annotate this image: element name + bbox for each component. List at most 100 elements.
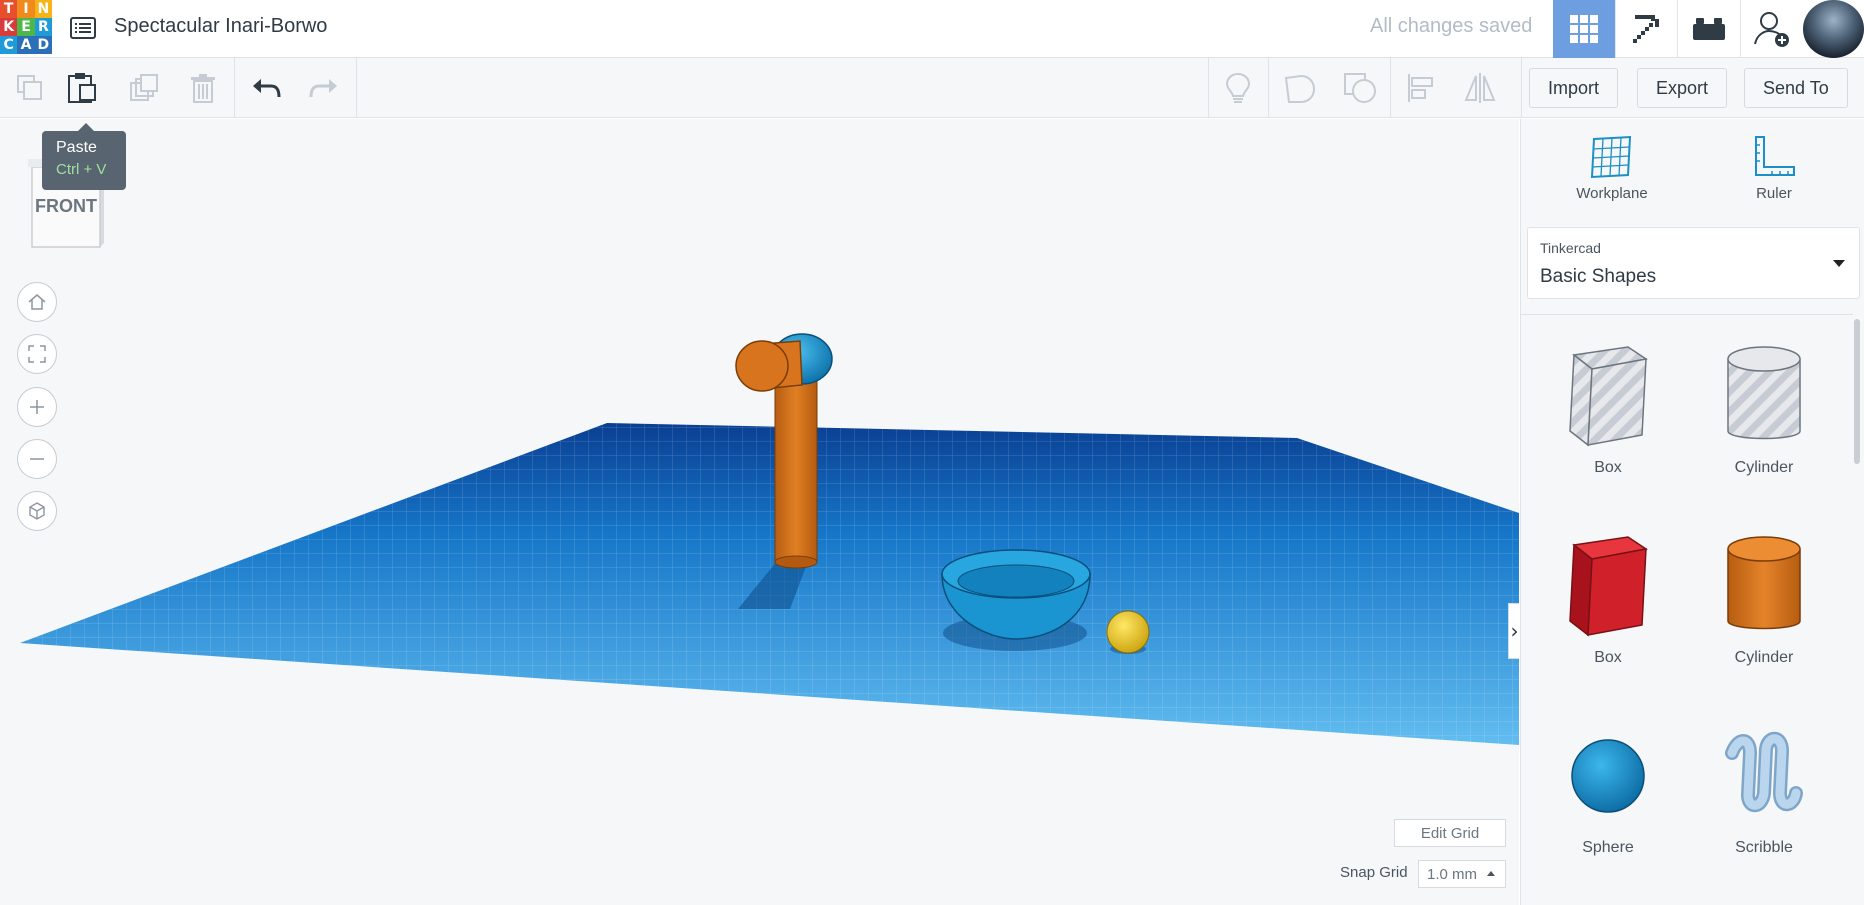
export-button[interactable]: Export <box>1637 68 1728 108</box>
top-bar: T I N K E R C A D Spectacular Inari-Borw… <box>0 0 1864 58</box>
3d-design-view-button[interactable] <box>1553 0 1615 58</box>
clipboard-icon <box>68 73 96 103</box>
toolbar-divider <box>234 58 235 118</box>
group-icon <box>1284 74 1316 103</box>
orange-cylinder-end <box>735 340 789 392</box>
redo-icon <box>309 79 337 98</box>
align-button[interactable] <box>1390 58 1450 118</box>
send-to-button[interactable]: Send To <box>1744 68 1848 108</box>
toolbar-divider <box>1521 58 1522 118</box>
toolbar-divider <box>356 58 357 118</box>
ungroup-icon <box>1344 73 1376 103</box>
bricks-view-button[interactable] <box>1677 0 1739 58</box>
shape-grid: Box Cylinder Box Cylinder Sphere Scribbl… <box>1521 314 1853 905</box>
delete-button[interactable] <box>173 58 233 118</box>
yellow-sphere[interactable] <box>1106 610 1150 654</box>
redo-button[interactable] <box>294 58 354 118</box>
group-button[interactable] <box>1270 58 1330 118</box>
scribble-icon <box>1725 731 1803 813</box>
cylinder-solid-icon <box>1727 536 1801 630</box>
duplicate-button[interactable] <box>114 58 174 118</box>
fit-view-button[interactable] <box>17 334 57 374</box>
workplane-tool-button[interactable]: Workplane <box>1547 135 1677 202</box>
logo-letter: C <box>0 36 18 54</box>
3d-viewport[interactable]: FRONT › Edit Grid Snap Grid 1.0 mm <box>0 119 1519 905</box>
grid-icon <box>1570 15 1598 43</box>
duplicate-icon <box>130 74 158 101</box>
shape-label: Cylinder <box>1734 459 1794 476</box>
paste-tooltip: Paste Ctrl + V <box>42 123 126 190</box>
perspective-toggle-button[interactable] <box>17 491 57 531</box>
tooltip-title: Paste <box>56 139 97 156</box>
collapse-panel-button[interactable]: › <box>1508 603 1519 659</box>
import-button[interactable]: Import <box>1529 68 1619 108</box>
cylinder-hole-icon <box>1727 346 1801 440</box>
orange-cylinder-pillar[interactable] <box>774 376 818 563</box>
mirror-button[interactable] <box>1450 58 1510 118</box>
shape-sphere[interactable]: Sphere <box>1533 695 1683 856</box>
ungroup-button[interactable] <box>1330 58 1390 118</box>
lightbulb-icon <box>1225 72 1251 103</box>
shape-label: Scribble <box>1735 839 1793 856</box>
shapes-panel: Workplane Ruler Tinkercad Basic Shapes B… <box>1520 119 1864 905</box>
snap-grid-label: Snap Grid <box>1340 864 1408 881</box>
workplane-scene[interactable] <box>0 119 1519 905</box>
minus-icon <box>30 458 44 460</box>
view-cube-face-label: FRONT <box>35 196 97 216</box>
codeblocks-view-button[interactable] <box>1615 0 1677 58</box>
logo-letter: A <box>17 36 35 54</box>
zoom-in-button[interactable] <box>17 387 57 427</box>
box-solid-icon <box>1569 536 1648 637</box>
trash-icon <box>191 74 215 103</box>
chevron-right-icon: › <box>1510 619 1519 643</box>
pillar-base <box>774 555 818 569</box>
plus-icon <box>30 400 44 414</box>
shape-library-dropdown[interactable]: Tinkercad Basic Shapes <box>1527 227 1860 299</box>
ruler-tool-button[interactable]: Ruler <box>1709 135 1839 202</box>
toolbar-divider <box>1268 58 1269 118</box>
caret-up-icon <box>1487 871 1495 876</box>
shape-label: Box <box>1594 459 1622 476</box>
paste-button[interactable] <box>52 58 112 118</box>
shape-label: Sphere <box>1582 839 1634 856</box>
snap-grid-select[interactable]: 1.0 mm <box>1418 860 1506 888</box>
zoom-out-button[interactable] <box>17 439 57 479</box>
shape-box-solid[interactable]: Box <box>1533 505 1683 666</box>
add-user-icon <box>1753 12 1789 47</box>
home-view-button[interactable] <box>17 282 57 322</box>
user-avatar[interactable] <box>1803 0 1864 58</box>
sphere-icon <box>1571 739 1645 813</box>
logo-letter: T <box>0 0 18 18</box>
edit-grid-button[interactable]: Edit Grid <box>1394 819 1506 847</box>
design-title[interactable]: Spectacular Inari-Borwo <box>114 15 327 38</box>
show-all-button[interactable] <box>1208 58 1268 118</box>
brick-icon <box>1692 18 1725 40</box>
library-name: Basic Shapes <box>1540 266 1657 287</box>
undo-icon <box>253 79 281 98</box>
cube-icon <box>29 502 45 520</box>
shape-cylinder-hole[interactable]: Cylinder <box>1689 315 1839 476</box>
workplane-icon <box>1590 135 1632 179</box>
caret-down-icon <box>1833 260 1845 267</box>
shape-cylinder-solid[interactable]: Cylinder <box>1689 505 1839 666</box>
logo-letter: D <box>34 36 52 54</box>
logo-letter: I <box>17 0 35 18</box>
workplane-label: Workplane <box>1576 185 1648 202</box>
tinkercad-logo[interactable]: T I N K E R C A D <box>0 0 52 54</box>
shape-box-hole[interactable]: Box <box>1533 315 1683 476</box>
save-status: All changes saved <box>1370 15 1533 37</box>
panel-scrollbar[interactable] <box>1854 319 1860 464</box>
copy-button[interactable] <box>0 58 60 118</box>
logo-letter: N <box>34 0 52 18</box>
fit-icon <box>28 345 46 363</box>
design-list-button[interactable] <box>68 13 98 43</box>
snap-grid-value: 1.0 mm <box>1427 865 1478 883</box>
shape-scribble[interactable]: Scribble <box>1689 695 1839 856</box>
invite-people-button[interactable] <box>1740 0 1802 58</box>
logo-letter: K <box>0 18 18 36</box>
mirror-icon <box>1464 73 1496 103</box>
undo-button[interactable] <box>236 58 296 118</box>
logo-letter: R <box>34 18 52 36</box>
home-icon <box>28 294 46 310</box>
shape-label: Box <box>1594 649 1622 666</box>
